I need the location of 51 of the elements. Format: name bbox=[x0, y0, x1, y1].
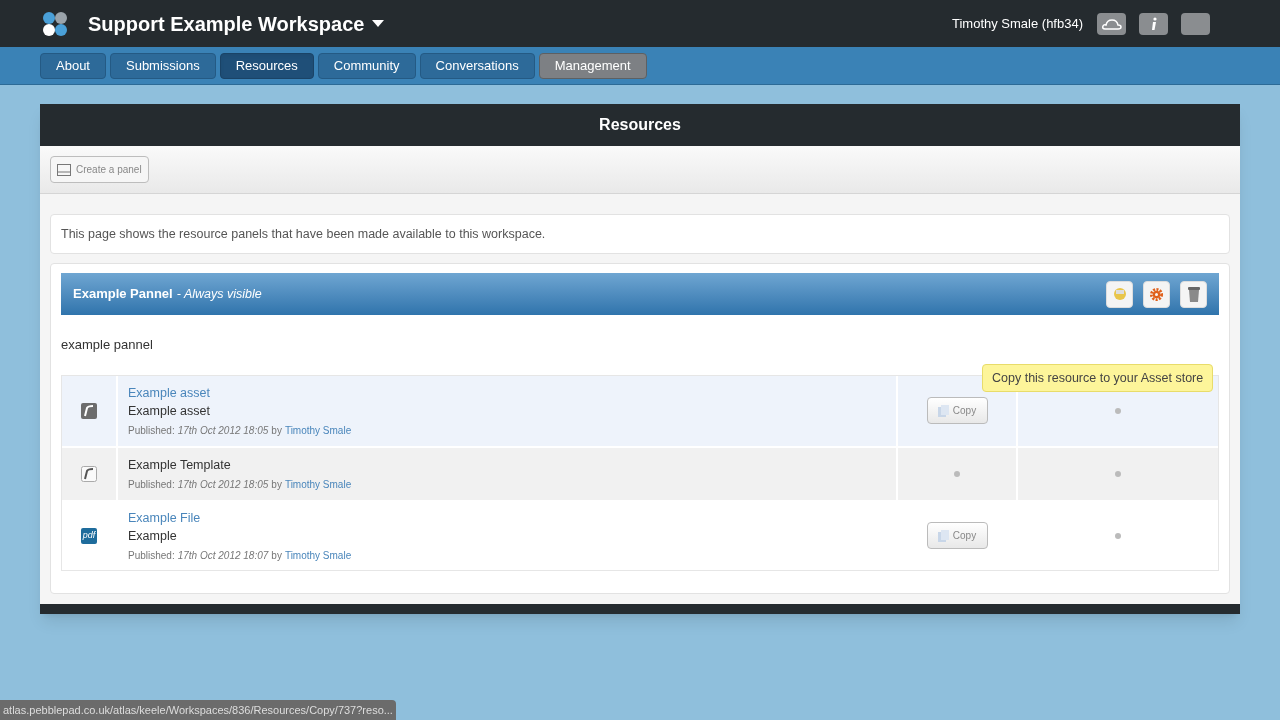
cloud-button[interactable] bbox=[1097, 12, 1126, 35]
copy-icon bbox=[937, 529, 950, 542]
trash-icon bbox=[1187, 286, 1200, 302]
tooltip: Copy this resource to your Asset store bbox=[982, 363, 1214, 393]
published-label: Published: bbox=[128, 477, 175, 492]
copy-icon bbox=[937, 404, 950, 417]
nav-tab[interactable]: Resources bbox=[219, 52, 314, 79]
workspace-title[interactable]: Support Example Workspace bbox=[88, 8, 385, 39]
delete-button[interactable] bbox=[1180, 280, 1207, 308]
pdf-icon: pdf bbox=[81, 527, 97, 544]
nav-tab[interactable]: Community bbox=[317, 52, 416, 79]
nav-tab[interactable]: Submissions bbox=[110, 52, 216, 79]
published-date: 17th Oct 2012 18:07 bbox=[177, 548, 269, 563]
nav-tab[interactable]: About bbox=[40, 52, 106, 79]
create-panel-button[interactable]: Create a panel bbox=[50, 156, 149, 183]
info-button[interactable] bbox=[1139, 12, 1168, 35]
panel-title: Example Pannel bbox=[73, 285, 173, 304]
cloud-icon bbox=[1101, 16, 1122, 31]
page-title: Resources bbox=[40, 104, 1240, 146]
settings-button[interactable] bbox=[1143, 280, 1170, 308]
panel-icon bbox=[57, 163, 71, 176]
by-label: by bbox=[271, 548, 282, 563]
resource-title: Example Template bbox=[128, 456, 231, 474]
nav-tab[interactable]: Management bbox=[538, 52, 647, 79]
info-icon bbox=[1150, 16, 1157, 31]
panel-visibility: - Always visible bbox=[176, 285, 262, 303]
by-label: by bbox=[271, 477, 282, 492]
published-date: 17th Oct 2012 18:05 bbox=[177, 423, 269, 438]
resource-description: Example asset bbox=[128, 402, 210, 420]
author-link[interactable]: Timothy Smale bbox=[284, 476, 352, 492]
nav-tab[interactable]: Conversations bbox=[419, 52, 535, 79]
template-icon bbox=[81, 465, 97, 482]
intro-text: This page shows the resource panels that have been made available to this workspace. bbox=[50, 214, 1230, 254]
asset-icon bbox=[81, 402, 97, 419]
settings-icon bbox=[1149, 286, 1164, 302]
logo-icon bbox=[42, 10, 68, 37]
published-label: Published: bbox=[128, 548, 175, 563]
author-link[interactable]: Timothy Smale bbox=[284, 422, 352, 438]
published-date: 17th Oct 2012 18:05 bbox=[177, 477, 269, 492]
resource-description: Example bbox=[128, 527, 177, 545]
toolbar-button[interactable] bbox=[1181, 12, 1210, 35]
resource-link[interactable]: Example asset bbox=[128, 383, 210, 402]
user-name[interactable]: Timothy Smale (hfb34) bbox=[952, 13, 1083, 34]
author-link[interactable]: Timothy Smale bbox=[284, 547, 352, 563]
published-label: Published: bbox=[128, 423, 175, 438]
copy-button[interactable]: Copy bbox=[926, 397, 988, 424]
resource-link[interactable]: Example File bbox=[128, 508, 201, 527]
status-bar-url: atlas.pebblepad.co.uk/atlas/keele/Workspaces/836/Resources/Copy/737?reso... bbox=[0, 700, 396, 720]
by-label: by bbox=[271, 423, 282, 438]
copy-button[interactable]: Copy bbox=[926, 522, 988, 549]
panel-description: example pannel bbox=[61, 336, 153, 354]
